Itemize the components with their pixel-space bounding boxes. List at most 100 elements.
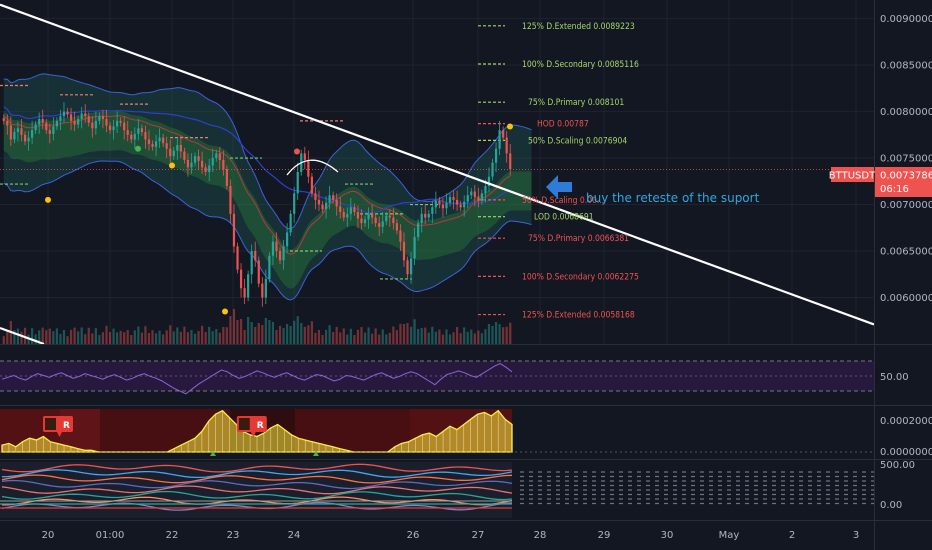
- candle-body: [151, 144, 154, 147]
- countdown-timer: 06:16: [880, 184, 909, 195]
- level-label: 100% D.Secondary 0.0062275: [522, 272, 639, 282]
- candle-body: [494, 148, 498, 163]
- volume-bar: [388, 332, 391, 344]
- volume-bar: [300, 323, 303, 344]
- symbol-tag: BTTUSDT: [829, 171, 876, 182]
- candle-body: [438, 200, 441, 205]
- candle-body: [77, 119, 80, 125]
- candle-body: [38, 119, 41, 125]
- volume-bar: [324, 329, 328, 344]
- volume-bar: [470, 329, 473, 344]
- candle-body: [268, 255, 271, 279]
- volume-bar: [349, 328, 352, 344]
- candle-body: [69, 114, 73, 121]
- level-label: LOD 0.0068691: [534, 213, 594, 223]
- volume-bar: [52, 331, 55, 344]
- candle-body: [349, 207, 352, 214]
- volume-bar: [296, 316, 299, 344]
- volume-bar: [218, 332, 221, 344]
- volume-bar: [409, 326, 413, 344]
- volume-bar: [158, 330, 161, 344]
- candle-body: [193, 156, 197, 163]
- volume-bar: [101, 332, 105, 344]
- volume-bar: [431, 326, 434, 344]
- oscillator-panel[interactable]: RR: [0, 409, 874, 456]
- volume-bar: [271, 322, 275, 344]
- time-tick: 28: [534, 530, 547, 541]
- candle-body: [314, 193, 317, 200]
- candle-body: [94, 120, 97, 129]
- time-tick: 29: [598, 530, 611, 541]
- volume-bar: [98, 335, 101, 344]
- volume-bar: [264, 318, 267, 344]
- volume-bar: [466, 331, 469, 344]
- volume-bar: [126, 330, 129, 344]
- level-label: 75% D.Primary 0.008101: [528, 98, 624, 108]
- candle-body: [190, 162, 193, 168]
- chart-canvas[interactable]: 125% D.Extended 0.0089223 100% D.Secondar…: [0, 0, 932, 550]
- candle-body: [509, 153, 512, 170]
- candle-body: [463, 201, 466, 208]
- osc-tick-label: 0.0000000: [880, 447, 932, 458]
- volume-bar: [172, 331, 175, 344]
- candle-body: [388, 215, 391, 218]
- candle-body: [13, 132, 16, 140]
- candle-body: [6, 120, 9, 126]
- candle-body: [374, 217, 377, 224]
- volume-bar: [420, 328, 423, 344]
- volume-bar: [236, 320, 239, 344]
- volume-bar: [94, 328, 97, 344]
- volume-bar: [20, 331, 23, 344]
- price-tick: 0.0090000: [880, 14, 932, 25]
- volume-bar: [473, 333, 476, 344]
- candle-body: [59, 116, 62, 121]
- candle-body: [303, 153, 306, 160]
- candle-body: [48, 130, 51, 134]
- volume-bar: [211, 331, 214, 344]
- volume-bar: [130, 335, 133, 344]
- volume-bar: [208, 326, 211, 344]
- volume-bar: [204, 332, 207, 344]
- candle-body: [183, 151, 186, 160]
- stack-panel[interactable]: [0, 462, 874, 518]
- candle-body: [165, 143, 168, 149]
- rsi-tick-label: 50.00: [880, 372, 909, 383]
- candle-body: [215, 153, 218, 159]
- time-tick: 2: [789, 530, 795, 541]
- volume-bar: [193, 333, 197, 344]
- candle-body: [211, 158, 214, 166]
- candle-body: [172, 150, 175, 157]
- candle-body: [289, 213, 292, 233]
- volume-bar: [406, 323, 409, 344]
- candle-body: [257, 260, 260, 284]
- candle-body: [55, 120, 58, 127]
- rsi-panel[interactable]: [0, 360, 874, 395]
- candle-body: [116, 120, 119, 127]
- volume-bar: [480, 333, 483, 344]
- volume-bar: [328, 325, 331, 344]
- volume-bar: [133, 330, 136, 344]
- volume-bar: [222, 327, 225, 344]
- candle-body: [498, 130, 501, 149]
- candle-body: [16, 128, 20, 133]
- time-axis[interactable]: 20 01:00 22 23 24 26 27 28 29 30 May 2 3: [42, 530, 860, 541]
- candle-body: [229, 185, 232, 214]
- candle-body: [154, 141, 158, 147]
- candle-body: [236, 246, 239, 270]
- volume-bar: [314, 332, 317, 344]
- candle-body: [247, 274, 250, 298]
- volume-bar: [41, 327, 44, 344]
- candle-body: [73, 120, 76, 125]
- volume-bar: [183, 326, 186, 344]
- volume-bar: [87, 327, 90, 344]
- volume-bar: [505, 326, 508, 344]
- volume-bar: [335, 326, 338, 344]
- candle-body: [356, 211, 360, 219]
- volume-bar: [165, 330, 168, 344]
- marker-label: R: [63, 421, 70, 431]
- candle-body: [406, 260, 409, 275]
- candle-body: [332, 195, 335, 200]
- candle-body: [31, 130, 34, 138]
- osc-tick-label: 0.0002000: [880, 416, 932, 427]
- volume-bar: [257, 323, 260, 344]
